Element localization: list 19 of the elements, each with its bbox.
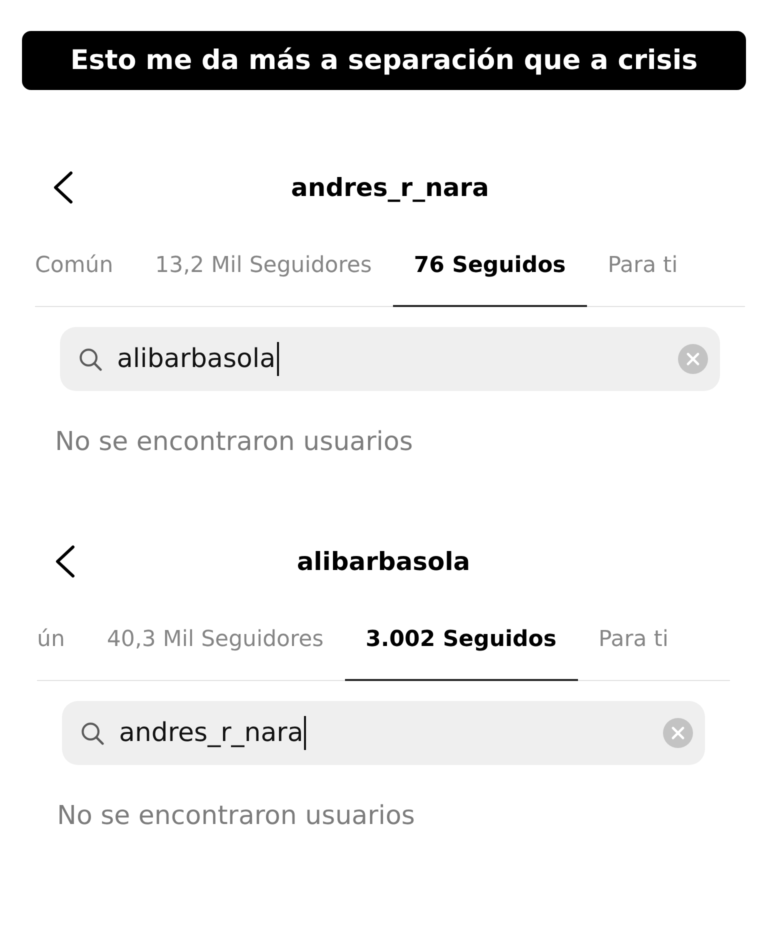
search-icon <box>79 348 102 370</box>
caption-text: Esto me da más a separación que a crisis <box>22 31 746 90</box>
empty-message: No se encontraron usuarios <box>55 427 414 457</box>
back-icon[interactable] <box>53 170 73 204</box>
tab[interactable]: ún <box>37 614 86 681</box>
tab[interactable]: 3.002 Seguidos <box>344 614 578 681</box>
back-icon[interactable] <box>55 544 75 578</box>
tab[interactable]: 13,2 Mil Seguidores <box>134 240 393 307</box>
empty-message: No se encontraron usuarios <box>57 801 416 831</box>
tab[interactable]: Para ti <box>578 614 690 681</box>
search-field[interactable]: andres_r_nara <box>62 701 705 765</box>
search-field[interactable]: alibarbasola <box>60 327 720 391</box>
profile-username: alibarbasola <box>296 546 470 576</box>
tab[interactable]: Para ti <box>586 240 699 307</box>
profile-username: andres_r_nara <box>291 172 489 202</box>
tab[interactable]: 76 Seguidos <box>392 240 587 307</box>
search-icon <box>81 722 104 744</box>
tab[interactable]: 40,3 Mil Seguidores <box>86 614 345 681</box>
tab[interactable]: Común <box>35 240 134 307</box>
